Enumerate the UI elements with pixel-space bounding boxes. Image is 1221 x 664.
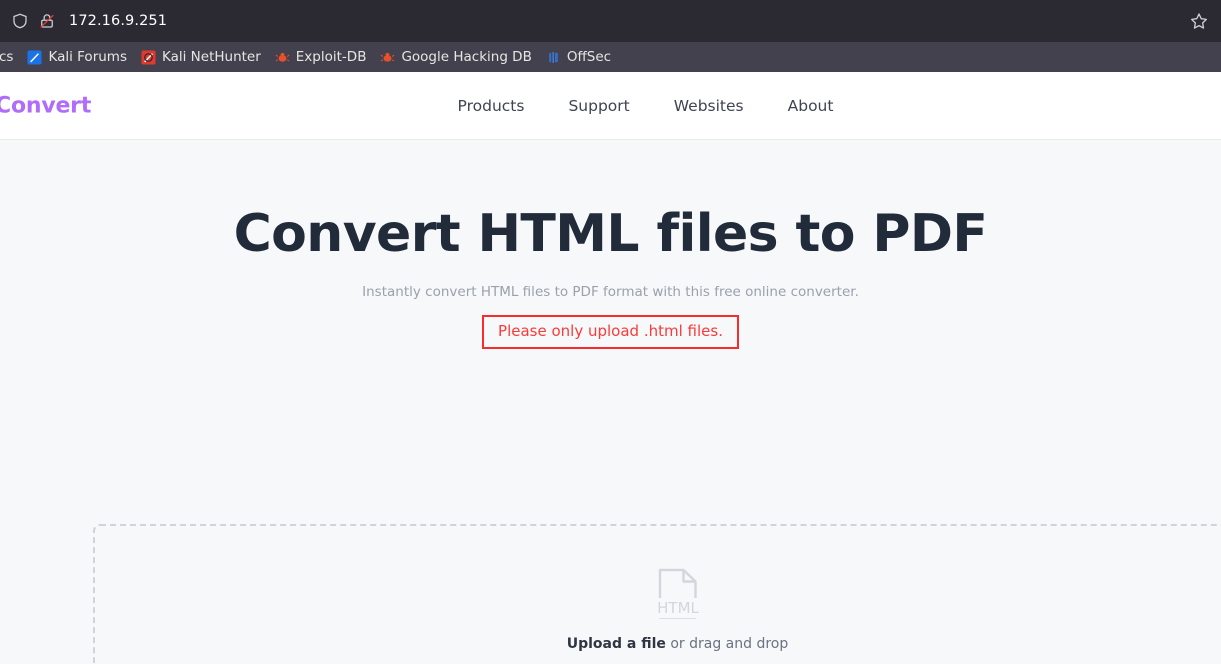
bookmarks-bar: cs Kali Forums Kali NetHunter Exploit-DB…: [0, 42, 1221, 72]
bookmark-label: Kali Forums: [48, 49, 127, 65]
svg-text:HTML: HTML: [657, 599, 699, 617]
nav-item-support[interactable]: Support: [546, 91, 651, 121]
kali-nethunter-icon: [141, 49, 156, 65]
bookmark-label: cs: [0, 49, 14, 65]
nav-item-about[interactable]: About: [766, 91, 856, 121]
page-title: Convert HTML files to PDF: [233, 204, 988, 264]
bookmark-kali-forums[interactable]: Kali Forums: [20, 47, 134, 67]
nav-item-products[interactable]: Products: [436, 91, 547, 121]
bookmark-label: Kali NetHunter: [161, 49, 261, 65]
broken-lock-icon[interactable]: [38, 12, 56, 30]
bookmark-label: Google Hacking DB: [401, 49, 532, 65]
bookmark-label: OffSec: [566, 49, 612, 65]
google-hacking-db-icon: [380, 50, 395, 65]
bookmark-label: Exploit-DB: [295, 49, 367, 65]
browser-chrome: 172.16.9.251 cs Kali Forums Kali NetHunt…: [0, 0, 1221, 72]
offsec-icon: [546, 50, 561, 65]
dropzone-inner: HTML Upload a file or drag and drop: [114, 568, 1221, 652]
html-file-icon: HTML: [656, 568, 699, 620]
page-subtitle: Instantly convert HTML files to PDF form…: [362, 284, 859, 301]
main-content: Convert HTML files to PDF Instantly conv…: [0, 140, 1221, 663]
url-bar[interactable]: 172.16.9.251: [0, 0, 1221, 42]
url-text[interactable]: 172.16.9.251: [69, 13, 1189, 29]
bookmark-kali-docs[interactable]: cs: [0, 47, 20, 67]
bookmark-google-hacking-db[interactable]: Google Hacking DB: [373, 47, 538, 67]
upload-a-file-link[interactable]: Upload a file: [567, 636, 666, 652]
dropzone-instructions: Upload a file or drag and drop: [567, 636, 789, 652]
alert-container: Please only upload .html files.: [0, 300, 1221, 349]
file-dropzone[interactable]: HTML Upload a file or drag and drop: [93, 524, 1221, 663]
bookmark-exploit-db[interactable]: Exploit-DB: [268, 47, 374, 67]
url-bar-icons: [8, 12, 56, 30]
bookmark-offsec[interactable]: OffSec: [539, 47, 618, 67]
main-navigation: Products Support Websites About: [436, 91, 856, 121]
shield-icon[interactable]: [11, 12, 29, 30]
upload-restriction-alert: Please only upload .html files.: [482, 315, 739, 349]
site-logo[interactable]: Convert: [0, 93, 91, 118]
kali-forums-icon: [27, 49, 42, 65]
site-header: Convert Products Support Websites About: [0, 72, 1221, 140]
drag-and-drop-hint: or drag and drop: [665, 635, 789, 652]
bookmark-kali-nethunter[interactable]: Kali NetHunter: [134, 47, 268, 67]
nav-item-websites[interactable]: Websites: [652, 91, 766, 121]
star-icon[interactable]: [1189, 11, 1209, 31]
exploit-db-icon: [275, 50, 290, 65]
